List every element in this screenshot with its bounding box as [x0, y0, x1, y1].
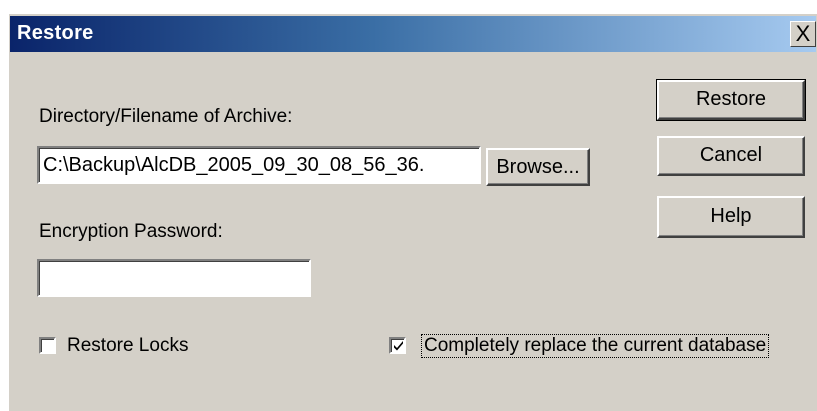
restore-dialog: Restore X Directory/Filename of Archive:… [8, 13, 817, 411]
archive-path-input[interactable]: C:\Backup\AlcDB_2005_09_30_08_56_36. [37, 146, 481, 184]
close-icon: X [795, 21, 811, 46]
window-title: Restore [17, 22, 94, 44]
checkmark-icon [394, 341, 403, 351]
archive-label: Directory/Filename of Archive: [39, 106, 293, 127]
close-button[interactable]: X [790, 21, 816, 47]
restore-button[interactable]: Restore [656, 79, 806, 121]
replace-database-checkbox[interactable] [389, 337, 406, 354]
cancel-button-label: Cancel [699, 144, 763, 166]
password-label: Encryption Password: [39, 221, 223, 242]
archive-path-value: C:\Backup\AlcDB_2005_09_30_08_56_36. [43, 154, 425, 176]
browse-button[interactable]: Browse... [486, 148, 590, 186]
title-bar[interactable]: Restore X [10, 16, 816, 52]
help-button-label: Help [710, 205, 752, 227]
restore-button-label: Restore [695, 88, 767, 110]
help-button[interactable]: Help [657, 196, 805, 238]
cancel-button[interactable]: Cancel [657, 136, 805, 176]
password-input[interactable] [37, 259, 311, 297]
restore-locks-checkbox[interactable] [39, 337, 56, 354]
browse-button-label: Browse... [496, 156, 580, 178]
replace-database-label[interactable]: Completely replace the current database [420, 334, 770, 358]
restore-locks-label[interactable]: Restore Locks [67, 335, 188, 357]
